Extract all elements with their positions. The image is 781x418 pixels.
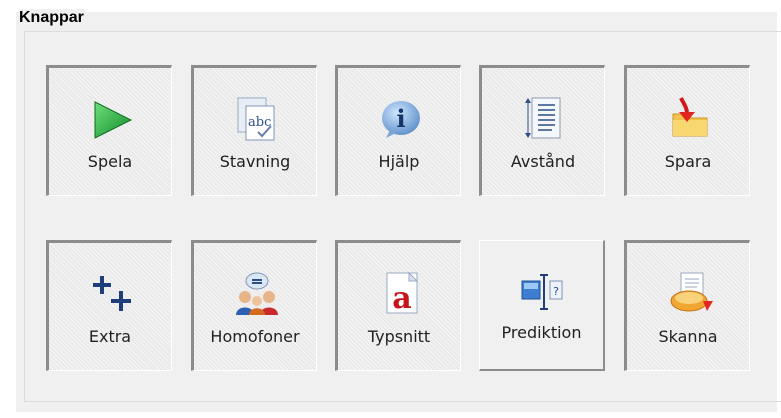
typsnitt-label: Typsnitt: [367, 327, 431, 346]
groupbox-title: Knappar: [19, 9, 86, 27]
homofoner-label: Homofoner: [210, 327, 300, 346]
scan-icon: [667, 271, 713, 317]
hjalp-label: Hjälp: [378, 152, 420, 171]
hjalp-button[interactable]: i Hjälp: [335, 65, 461, 196]
svg-text:i: i: [396, 104, 405, 133]
spara-button[interactable]: Spara: [624, 65, 750, 196]
typsnitt-button[interactable]: a Typsnitt: [335, 240, 461, 371]
font-icon: a: [378, 271, 424, 317]
extra-label: Extra: [88, 327, 132, 346]
stavning-label: Stavning: [219, 152, 291, 171]
info-icon: i: [378, 96, 424, 142]
prediktion-button[interactable]: ? Prediktion: [479, 240, 605, 371]
skanna-button[interactable]: Skanna: [624, 240, 750, 371]
plus-plus-icon: [89, 271, 135, 317]
extra-button[interactable]: Extra: [46, 240, 172, 371]
homofoner-button[interactable]: Homofoner: [191, 240, 317, 371]
people-chat-icon: [234, 271, 280, 317]
spela-button[interactable]: Spela: [46, 65, 172, 196]
avstand-label: Avstånd: [510, 152, 576, 171]
prediktion-label: Prediktion: [501, 323, 582, 342]
spela-label: Spela: [87, 152, 133, 171]
skanna-label: Skanna: [658, 327, 718, 346]
svg-text:?: ?: [553, 285, 559, 298]
avstand-button[interactable]: Avstånd: [479, 65, 605, 196]
spacing-icon: [522, 96, 568, 142]
spelling-icon: abc: [234, 96, 280, 142]
save-folder-icon: [667, 96, 713, 142]
prediction-icon: ?: [520, 269, 566, 315]
stavning-button[interactable]: abc Stavning: [191, 65, 317, 196]
spara-label: Spara: [664, 152, 712, 171]
svg-text:abc: abc: [248, 115, 271, 130]
play-icon: [89, 96, 135, 142]
svg-text:a: a: [392, 281, 411, 316]
